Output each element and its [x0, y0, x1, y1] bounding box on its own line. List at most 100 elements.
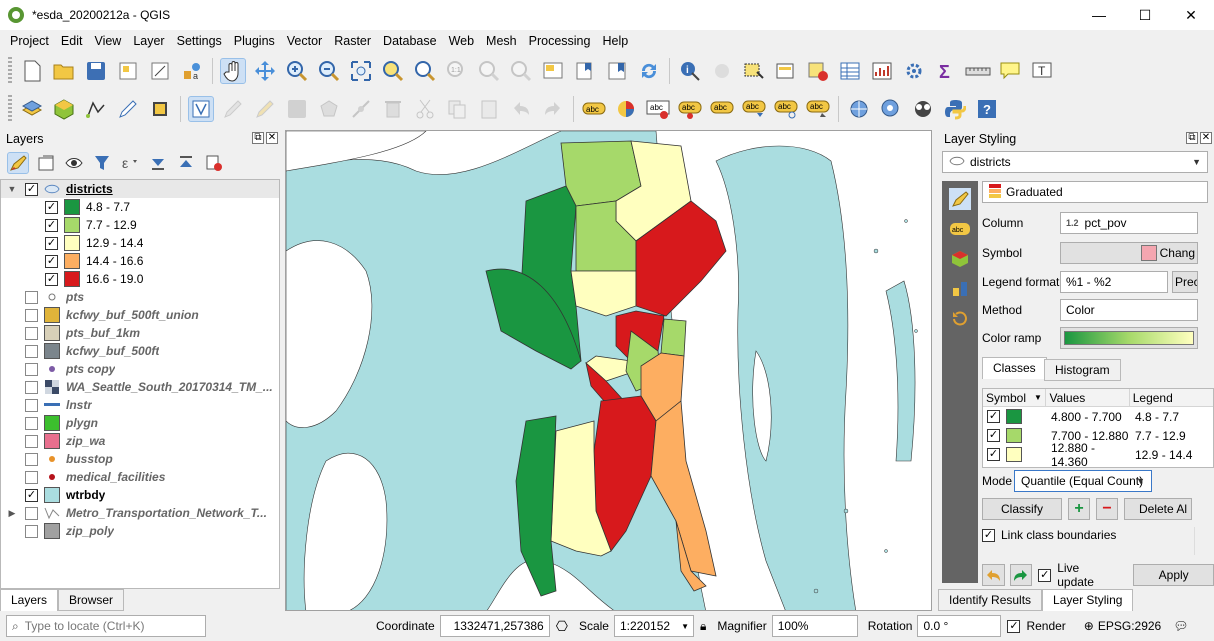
layer-visibility-checkbox[interactable]: ✓	[45, 200, 58, 214]
edit-layer-icon[interactable]	[188, 96, 214, 122]
filter-by-expression-icon[interactable]: ε	[119, 152, 141, 174]
help-icon[interactable]: ?	[974, 96, 1000, 122]
expand-all-icon[interactable]	[147, 152, 169, 174]
mode-combo[interactable]: Quantile (Equal Count) ▼	[1014, 470, 1152, 492]
crs-globe-icon[interactable]: ⊕	[1084, 619, 1094, 633]
layer-visibility-checkbox[interactable]: ✓	[25, 182, 38, 196]
diagram-options-icon[interactable]	[613, 96, 639, 122]
scale-combo[interactable]: 1:220152 ▼	[613, 615, 694, 637]
menu-vector[interactable]: Vector	[281, 34, 328, 48]
remove-layer-icon[interactable]	[203, 152, 225, 174]
layer-item[interactable]: zip_wa	[1, 432, 279, 450]
layer-visibility-checkbox[interactable]	[25, 434, 38, 448]
label-toolbar-icon[interactable]: abc	[581, 96, 607, 122]
collapse-arrow-icon[interactable]: ▶	[7, 508, 17, 519]
layer-visibility-checkbox[interactable]	[25, 380, 38, 394]
menu-plugins[interactable]: Plugins	[228, 34, 281, 48]
table-cell-legend[interactable]: 4.8 - 7.7	[1131, 410, 1201, 424]
delete-all-button[interactable]: Delete Al	[1124, 498, 1192, 520]
style-manager-icon[interactable]: a	[179, 58, 205, 84]
data-source-manager-icon[interactable]	[19, 96, 45, 122]
filter-legend-icon[interactable]	[91, 152, 113, 174]
layer-visibility-checkbox[interactable]: ✓	[45, 254, 58, 268]
layer-item[interactable]: pts	[1, 288, 279, 306]
legend-class-item[interactable]: ✓ 14.4 - 16.6	[1, 252, 279, 270]
labels-tab-icon[interactable]: abc	[949, 218, 971, 240]
measure-line-icon[interactable]	[965, 58, 991, 84]
class-visibility-checkbox[interactable]: ✓	[987, 410, 1000, 423]
bookmark-icon[interactable]	[572, 58, 598, 84]
tab-layers[interactable]: Layers	[0, 589, 59, 611]
legend-class-item[interactable]: ✓ 12.9 - 14.4	[1, 234, 279, 252]
layer-item[interactable]: kcfwy_buf_500ft_union	[1, 306, 279, 324]
open-layer-styling-icon[interactable]	[7, 152, 29, 174]
attribute-table-icon[interactable]	[837, 58, 863, 84]
legend-class-item[interactable]: ✓ 7.7 - 12.9	[1, 216, 279, 234]
new-virtual-layer-icon[interactable]	[147, 96, 173, 122]
apply-button[interactable]: Apply	[1133, 564, 1214, 586]
layer-item[interactable]: ▼ ✓ districts	[1, 180, 279, 198]
layer-visibility-checkbox[interactable]	[25, 506, 38, 520]
remove-class-button[interactable]: −	[1096, 498, 1118, 520]
layer-item[interactable]: ✓ wtrbdy	[1, 486, 279, 504]
rendering-tab-icon[interactable]	[949, 278, 971, 300]
rotation-spinbox[interactable]: 0.0 °	[917, 615, 1002, 637]
layer-item[interactable]: pts_buf_1km	[1, 324, 279, 342]
statistical-summary-icon[interactable]	[869, 58, 895, 84]
text-annotation-icon[interactable]: T	[1029, 58, 1055, 84]
move-label-icon[interactable]: abc	[741, 96, 767, 122]
magnifier-spinbox[interactable]: 100%	[771, 615, 858, 637]
locator-search-input[interactable]: ⌕ Type to locate (Ctrl+K)	[6, 615, 206, 637]
column-header-values[interactable]: Values	[1046, 389, 1130, 406]
change-label-icon[interactable]: abc	[805, 96, 831, 122]
new-project-icon[interactable]	[19, 58, 45, 84]
identify-features-icon[interactable]: i	[677, 58, 703, 84]
close-panel-icon[interactable]: ✕	[266, 132, 278, 144]
lock-scale-icon[interactable]: 🔒︎	[700, 619, 706, 634]
link-class-boundaries-checkbox[interactable]: ✓	[982, 528, 995, 542]
toolbar-grip[interactable]	[8, 95, 12, 123]
add-layer-icon[interactable]	[51, 96, 77, 122]
pan-map-icon[interactable]	[220, 58, 246, 84]
layer-visibility-checkbox[interactable]: ✓	[45, 236, 58, 250]
legend-class-item[interactable]: ✓ 16.6 - 19.0	[1, 270, 279, 288]
minimize-button[interactable]: —	[1076, 0, 1122, 30]
layer-visibility-checkbox[interactable]	[25, 290, 38, 304]
refresh-icon[interactable]	[636, 58, 662, 84]
classify-button[interactable]: Classify	[982, 498, 1062, 520]
menu-processing[interactable]: Processing	[523, 34, 597, 48]
pin-labels-icon[interactable]: abc	[677, 96, 703, 122]
layer-tree[interactable]: ▼ ✓ districts ✓ 4.8 - 7.7 ✓ 7.7 - 12.9 ✓ 12.9 - …	[0, 179, 280, 589]
render-checkbox[interactable]: ✓	[1007, 619, 1021, 633]
layer-visibility-checkbox[interactable]	[25, 524, 38, 538]
menu-help[interactable]: Help	[596, 34, 634, 48]
close-panel-icon[interactable]: ✕	[1200, 132, 1212, 144]
table-cell-legend[interactable]: 7.7 - 12.9	[1131, 429, 1201, 443]
new-print-layout-icon[interactable]	[115, 58, 141, 84]
quickmapservices-icon[interactable]	[910, 96, 936, 122]
layer-visibility-checkbox[interactable]: ✓	[45, 218, 58, 232]
map-canvas[interactable]	[285, 130, 932, 611]
menu-database[interactable]: Database	[377, 34, 443, 48]
redo-style-icon[interactable]	[1009, 564, 1033, 586]
3d-view-tab-icon[interactable]	[949, 248, 971, 270]
table-cell-values[interactable]: 12.880 - 14.360	[1047, 441, 1131, 468]
map-tips-icon[interactable]	[997, 58, 1023, 84]
layer-visibility-checkbox[interactable]	[25, 452, 38, 466]
show-hide-labels-icon[interactable]: abc	[709, 96, 735, 122]
layer-visibility-checkbox[interactable]	[25, 398, 38, 412]
expand-arrow-icon[interactable]: ▼	[7, 184, 17, 194]
scrollbar[interactable]	[1194, 527, 1206, 555]
digitize-pen-icon[interactable]	[115, 96, 141, 122]
tab-browser[interactable]: Browser	[58, 589, 125, 611]
toggle-extents-icon[interactable]: ⎔	[556, 618, 568, 635]
maximize-button[interactable]: ☐	[1122, 0, 1168, 30]
zoom-in-icon[interactable]	[284, 58, 310, 84]
legend-format-input[interactable]: %1 - %2	[1060, 271, 1168, 293]
float-panel-icon[interactable]: ⧉	[1186, 132, 1198, 144]
menu-edit[interactable]: Edit	[55, 34, 89, 48]
zoom-out-icon[interactable]	[316, 58, 342, 84]
toolbar-grip[interactable]	[8, 57, 12, 85]
class-visibility-checkbox[interactable]: ✓	[987, 429, 1000, 442]
coordinate-field[interactable]: 1332471,257386	[439, 615, 550, 637]
